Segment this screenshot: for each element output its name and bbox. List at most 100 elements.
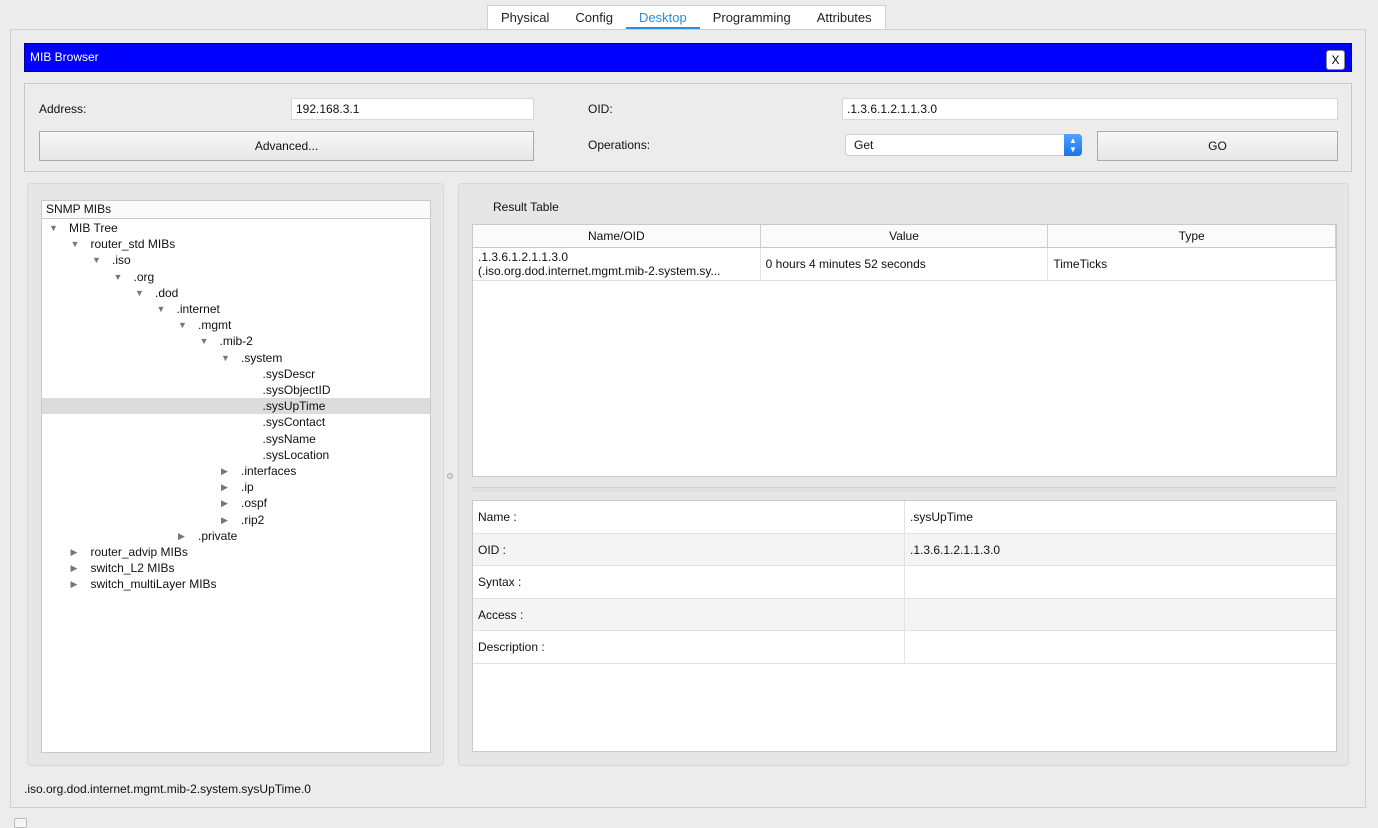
splitter-handle[interactable] [447,473,453,479]
tab-config[interactable]: Config [562,6,626,29]
tree-item[interactable]: ▼ .iso [42,252,430,268]
tree-item[interactable]: ▶ .rip2 [42,512,430,528]
tree-item[interactable]: ▶ router_advip MIBs [42,544,430,560]
tree-item-label: router_advip MIBs [90,545,188,559]
expand-triangle-icon[interactable]: ▼ [71,236,80,252]
detail-value [905,566,910,598]
mib-tree-panel: SNMP MIBs ▼ MIB Tree ▼ router_std MIBs ▼ .iso… [27,183,444,766]
tree-item[interactable]: .sysName [42,431,430,447]
expand-triangle-icon[interactable]: ▼ [178,317,187,333]
bottom-checkbox[interactable] [14,818,27,828]
status-oid-path: .iso.org.dod.internet.mgmt.mib-2.system.… [24,782,311,796]
tree-item[interactable]: .sysDescr [42,366,430,382]
cell-value: 0 hours 4 minutes 52 seconds [761,248,1049,280]
table-row[interactable]: .1.3.6.1.2.1.1.3.0 (.iso.org.dod.interne… [473,248,1337,281]
tree-item[interactable]: .sysObjectID [42,382,430,398]
expand-triangle-icon[interactable]: ▼ [92,252,101,268]
result-table-header: Name/OID Value Type [473,225,1337,248]
collapse-triangle-icon[interactable]: ▶ [221,512,228,528]
expand-triangle-icon[interactable]: ▼ [157,301,166,317]
panel-divider[interactable] [472,487,1337,492]
tree-item[interactable]: .sysLocation [42,447,430,463]
mib-browser-window: MIB Browser X Address: 192.168.3.1 Advan… [10,29,1366,808]
tree-item-label: .sysObjectID [262,383,331,397]
address-input[interactable]: 192.168.3.1 [291,98,534,120]
tree-item-label: router_std MIBs [90,237,176,252]
collapse-triangle-icon[interactable]: ▶ [71,576,78,592]
tree-item-label: switch_L2 MIBs [90,561,175,576]
result-table-label: Result Table [493,200,559,214]
detail-value [905,631,910,663]
tree-item-label: .mgmt [198,318,232,333]
cell-oid-line: .1.3.6.1.2.1.1.3.0 [478,250,569,264]
tree-item[interactable]: ▶ .private [42,528,430,544]
tree-item[interactable]: ▼ .mib-2 [42,333,430,349]
tree-item-label: .iso [112,253,131,268]
tree-item[interactable]: ▼ .dod [42,285,430,301]
result-panel: Result Table Name/OID Value Type .1.3.6.… [458,183,1349,766]
expand-triangle-icon[interactable]: ▼ [200,333,209,349]
tree-item-label: .system [241,350,283,365]
tree-item-label: .sysLocation [262,447,330,462]
tree-item[interactable]: ▶ .interfaces [42,463,430,479]
detail-key: Name : [473,501,905,533]
collapse-triangle-icon[interactable]: ▶ [221,479,228,495]
updown-arrows-icon: ▲ ▼ [1064,134,1082,156]
table-row[interactable]: OID : .1.3.6.1.2.1.1.3.0 [473,533,1336,566]
tree-item[interactable]: ▼ router_std MIBs [42,236,430,252]
detail-key: OID : [473,533,905,565]
expand-triangle-icon[interactable]: ▼ [114,269,123,285]
oid-label: OID: [588,102,613,116]
close-button[interactable]: X [1326,50,1345,70]
expand-triangle-icon[interactable]: ▼ [49,220,58,236]
detail-key: Syntax : [473,566,905,598]
tree-item-label: .private [198,528,238,543]
collapse-triangle-icon[interactable]: ▶ [71,544,78,560]
operations-label: Operations: [588,138,651,152]
tree-item[interactable]: ▶ switch_L2 MIBs [42,560,430,576]
tree-item[interactable]: ▶ switch_multiLayer MIBs [42,576,430,592]
tree-item[interactable]: ▶ .ospf [42,495,430,511]
detail-key: Access : [473,598,905,630]
go-button[interactable]: GO [1097,131,1338,161]
window-titlebar: MIB Browser X [24,43,1352,72]
tree-item[interactable]: ▼ MIB Tree [42,220,430,236]
tree-item-label: switch_multiLayer MIBs [90,577,217,592]
tree-item[interactable]: ▼ .internet [42,301,430,317]
address-label: Address: [39,102,87,116]
tree-item[interactable]: .sysContact [42,414,430,430]
tab-physical[interactable]: Physical [488,6,562,29]
column-header-name-oid[interactable]: Name/OID [473,225,761,247]
detail-key: Description : [473,631,905,663]
collapse-triangle-icon[interactable]: ▶ [178,528,185,544]
collapse-triangle-icon[interactable]: ▶ [221,495,228,511]
column-header-value[interactable]: Value [761,225,1049,247]
table-row[interactable]: Description : [473,631,1336,664]
table-row[interactable]: Access : [473,598,1336,631]
tree-header: SNMP MIBs [42,201,430,219]
expand-triangle-icon[interactable]: ▼ [221,350,230,366]
cell-type: TimeTicks [1048,248,1337,280]
oid-input[interactable]: .1.3.6.1.2.1.1.3.0 [842,98,1338,120]
tree-item-label: .mib-2 [219,334,253,349]
column-header-type[interactable]: Type [1048,225,1337,247]
advanced-button[interactable]: Advanced... [39,131,534,161]
tree-item[interactable]: .sysUpTime [42,398,430,415]
collapse-triangle-icon[interactable]: ▶ [71,560,78,576]
collapse-triangle-icon[interactable]: ▶ [221,463,228,479]
mib-tree[interactable]: SNMP MIBs ▼ MIB Tree ▼ router_std MIBs ▼ .iso… [41,200,431,753]
tab-programming[interactable]: Programming [700,6,804,29]
window-title: MIB Browser [30,50,99,64]
tree-item[interactable]: ▼ .org [42,269,430,285]
table-row[interactable]: Syntax : [473,566,1336,599]
tree-item[interactable]: ▼ .system [42,350,430,366]
tab-desktop[interactable]: Desktop [626,6,700,30]
detail-value [905,599,910,631]
table-row[interactable]: Name : .sysUpTime [473,501,1336,534]
tab-attributes[interactable]: Attributes [804,6,885,29]
tree-item-label: .interfaces [241,464,297,478]
tree-item[interactable]: ▼ .mgmt [42,317,430,333]
tree-item[interactable]: ▶ .ip [42,479,430,495]
operations-select[interactable]: Get ▲ ▼ [845,134,1082,156]
expand-triangle-icon[interactable]: ▼ [135,285,144,301]
